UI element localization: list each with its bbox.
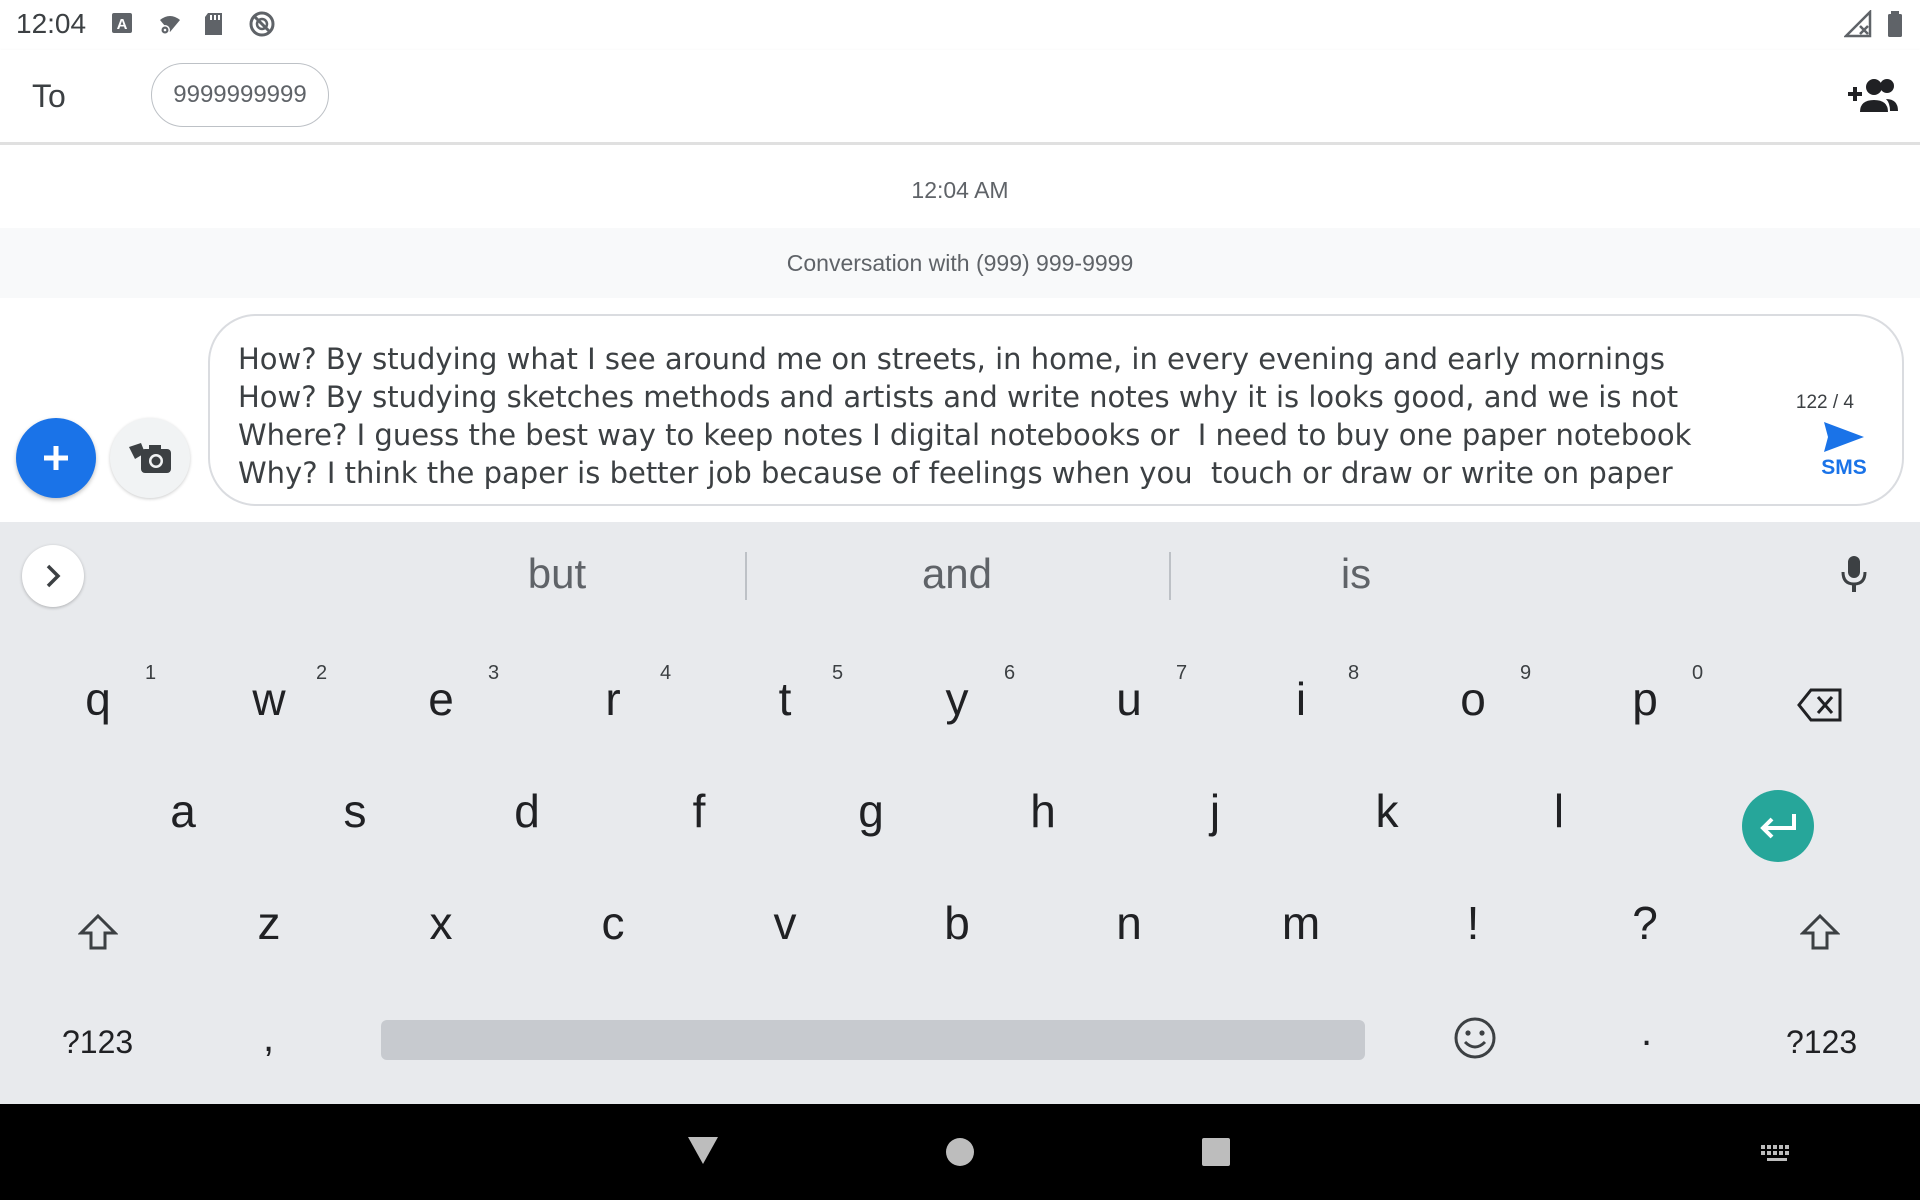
key-r[interactable]: r xyxy=(563,672,663,726)
svg-text:A: A xyxy=(117,16,128,33)
key-q[interactable]: q xyxy=(48,672,148,726)
shift-icon xyxy=(77,913,119,950)
signal-off-icon xyxy=(1842,8,1872,43)
key-hint: 5 xyxy=(832,662,844,684)
add-people-button[interactable] xyxy=(1846,74,1900,118)
key-w[interactable]: w xyxy=(219,672,319,726)
message-line: How? By studying what I see around me on… xyxy=(238,342,1665,376)
status-time: 12:04 xyxy=(16,8,87,39)
navigation-bar xyxy=(0,1104,1920,1200)
suggestion-1[interactable]: but xyxy=(347,550,767,598)
message-timestamp: 12:04 AM xyxy=(911,177,1009,203)
message-text[interactable]: How? By studying what I see around me on… xyxy=(238,316,1758,492)
key-hint: 1 xyxy=(145,662,157,684)
key-i[interactable]: i xyxy=(1251,672,1351,726)
key-b[interactable]: b xyxy=(907,896,1007,950)
key-x[interactable]: x xyxy=(391,896,491,950)
enter-icon xyxy=(1760,814,1796,839)
key-n[interactable]: n xyxy=(1079,896,1179,950)
key-v[interactable]: v xyxy=(735,896,835,950)
backspace-icon xyxy=(1797,688,1842,722)
key-e[interactable]: e xyxy=(391,672,491,726)
key-m[interactable]: m xyxy=(1251,896,1351,950)
data-saver-icon xyxy=(248,10,276,38)
home-icon[interactable] xyxy=(944,1136,976,1168)
key-s[interactable]: s xyxy=(305,784,405,838)
conversation-banner: Conversation with (999) 999-9999 xyxy=(0,228,1920,298)
key-h[interactable]: h xyxy=(993,784,1093,838)
key-z[interactable]: z xyxy=(219,896,319,950)
key-j[interactable]: j xyxy=(1165,784,1265,838)
keyboard-switch-icon[interactable] xyxy=(1760,1144,1794,1164)
recipient-chip[interactable]: 9999999999 xyxy=(151,63,329,127)
add-people-icon xyxy=(1848,79,1898,112)
message-input[interactable]: How? By studying what I see around me on… xyxy=(208,314,1904,506)
character-count: 122 / 4 xyxy=(1795,392,1854,413)
key-c[interactable]: c xyxy=(563,896,663,950)
sd-card-icon xyxy=(202,10,230,38)
key-hint: 2 xyxy=(316,662,328,684)
send-icon xyxy=(1824,422,1864,452)
key-l[interactable]: l xyxy=(1509,784,1609,838)
to-label: To xyxy=(32,78,66,114)
camera-icon xyxy=(129,443,171,473)
key-a[interactable]: a xyxy=(133,784,233,838)
shift-key-right[interactable] xyxy=(1770,908,1870,958)
key-u[interactable]: u xyxy=(1079,672,1179,726)
key-y[interactable]: y xyxy=(907,672,1007,726)
key-question[interactable]: ? xyxy=(1595,896,1695,950)
key-hint: 0 xyxy=(1692,662,1704,684)
key-hint: 7 xyxy=(1176,662,1188,684)
emoji-key[interactable] xyxy=(1425,1016,1525,1066)
keyboard-a-icon: A xyxy=(110,10,138,38)
key-t[interactable]: t xyxy=(735,672,835,726)
key-hint: 6 xyxy=(1004,662,1016,684)
status-notification-icons: A xyxy=(110,10,276,38)
key-hint: 8 xyxy=(1348,662,1360,684)
recipient-bar: To 9999999999 xyxy=(0,50,1920,145)
backspace-key[interactable] xyxy=(1770,680,1870,732)
symbols-key-right[interactable]: ?123 xyxy=(1786,1024,1857,1061)
attach-button[interactable] xyxy=(16,418,96,498)
key-exclamation[interactable]: ! xyxy=(1423,896,1523,950)
key-o[interactable]: o xyxy=(1423,672,1523,726)
message-line: Where? I guess the best way to keep note… xyxy=(238,418,1692,452)
status-bar: 12:04 A xyxy=(0,0,1920,50)
emoji-icon xyxy=(1454,1017,1496,1059)
key-d[interactable]: d xyxy=(477,784,577,838)
symbols-key-left[interactable]: ?123 xyxy=(62,1024,133,1061)
message-line: How? By studying sketches methods and ar… xyxy=(238,380,1679,414)
shift-icon xyxy=(1799,913,1841,950)
chevron-right-icon xyxy=(46,564,61,588)
comma-key[interactable]: , xyxy=(263,1016,274,1061)
recents-icon[interactable] xyxy=(1200,1136,1232,1168)
key-k[interactable]: k xyxy=(1337,784,1437,838)
key-hint: 4 xyxy=(660,662,672,684)
key-hint: 9 xyxy=(1520,662,1532,684)
expand-toolbar-button[interactable] xyxy=(22,545,84,607)
microphone-icon xyxy=(1841,556,1867,592)
shift-key-left[interactable] xyxy=(48,908,148,958)
key-g[interactable]: g xyxy=(821,784,921,838)
suggestion-3[interactable]: is xyxy=(1146,550,1566,598)
key-f[interactable]: f xyxy=(649,784,749,838)
spacebar[interactable] xyxy=(381,1020,1365,1060)
suggestion-2[interactable]: and xyxy=(747,550,1167,598)
key-hint: 3 xyxy=(488,662,500,684)
battery-icon xyxy=(1886,10,1904,43)
enter-key[interactable] xyxy=(1742,790,1814,862)
message-line: Why? I think the paper is better job bec… xyxy=(238,456,1673,490)
wifi-settings-icon xyxy=(156,10,184,38)
period-key[interactable]: . xyxy=(1641,1010,1652,1055)
back-icon[interactable] xyxy=(686,1134,720,1166)
voice-input-button[interactable] xyxy=(1840,554,1868,599)
send-label: SMS xyxy=(1821,456,1867,479)
camera-button[interactable] xyxy=(110,418,190,498)
status-system-icons xyxy=(1842,8,1904,43)
plus-icon xyxy=(44,446,68,470)
send-sms-button[interactable]: SMS xyxy=(1812,420,1876,500)
key-p[interactable]: p xyxy=(1595,672,1695,726)
